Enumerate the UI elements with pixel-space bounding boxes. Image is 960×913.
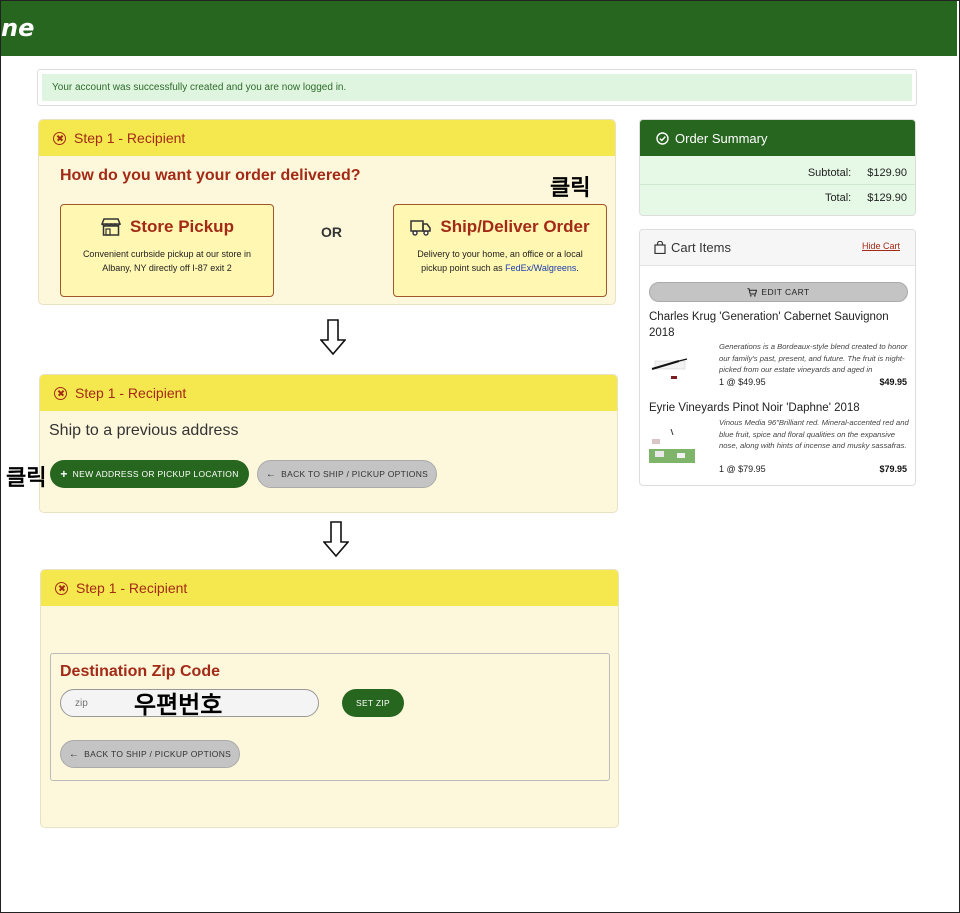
step1-address-panel: Step 1 - Recipient Ship to a previous ad… xyxy=(39,374,618,513)
cart-item-name[interactable]: Eyrie Vineyards Pinot Noir 'Daphne' 2018 xyxy=(649,400,911,416)
set-zip-label: SET ZIP xyxy=(355,698,391,708)
step1c-header[interactable]: Step 1 - Recipient xyxy=(41,570,618,606)
total-value: $129.90 xyxy=(867,192,907,204)
edit-cart-label: EDIT CART xyxy=(761,287,810,297)
store-pickup-desc-line1: Convenient curbside pickup at our store … xyxy=(82,249,252,259)
step1b-header[interactable]: Step 1 - Recipient xyxy=(40,375,617,411)
ship-desc-suffix: . xyxy=(576,263,579,273)
cart-item-qty: 1 @ $79.95 xyxy=(719,464,766,474)
circle-x-icon xyxy=(54,386,67,400)
alert-message: Your account was successfully created an… xyxy=(42,74,912,101)
truck-icon xyxy=(410,220,432,236)
down-arrow-icon xyxy=(323,521,349,557)
down-arrow-icon xyxy=(320,319,346,355)
cart-items-panel: Cart Items Hide Cart EDIT CART Charles K… xyxy=(639,229,916,486)
ship-previous-address-heading: Ship to a previous address xyxy=(49,422,239,439)
shopping-bag-icon xyxy=(654,241,666,254)
new-address-button[interactable]: + NEW ADDRESS OR PICKUP LOCATION xyxy=(50,460,249,488)
step1-header[interactable]: Step 1 - Recipient xyxy=(39,120,615,156)
circle-x-icon xyxy=(55,581,68,595)
step1-delivery-panel: Step 1 - Recipient How do you want your … xyxy=(38,119,616,305)
new-address-button-label: NEW ADDRESS OR PICKUP LOCATION xyxy=(72,469,239,479)
cart-item-price: $49.95 xyxy=(879,377,907,387)
summary-divider xyxy=(640,184,915,185)
subtotal-label: Subtotal: xyxy=(807,167,852,179)
arrow-left-icon: ← xyxy=(68,748,80,760)
hide-cart-link[interactable]: Hide Cart xyxy=(862,241,900,251)
success-alert: Your account was successfully created an… xyxy=(37,69,917,106)
subtotal-value: $129.90 xyxy=(867,167,907,179)
back-button-label-2: BACK TO SHIP / PICKUP OPTIONS xyxy=(84,749,232,759)
wine-thumbnail[interactable] xyxy=(649,352,695,388)
ship-deliver-option[interactable]: Ship/Deliver Order Delivery to your home… xyxy=(393,204,607,297)
cart-item-description: Vinous Media 96"Brilliant red. Mineral-a… xyxy=(719,418,909,451)
cart-item-description: Generations is a Bordeaux-style blend cr… xyxy=(719,342,908,375)
store-icon xyxy=(100,218,122,236)
wine-thumbnail[interactable] xyxy=(649,427,695,463)
delivery-question: How do you want your order delivered? xyxy=(60,167,361,184)
back-button-label: BACK TO SHIP / PICKUP OPTIONS xyxy=(281,469,429,479)
cart-icon xyxy=(747,287,758,297)
ship-deliver-title: Ship/Deliver Order xyxy=(440,217,590,236)
or-separator: OR xyxy=(321,224,342,240)
subtotal-row: Subtotal: $129.90 xyxy=(808,167,907,179)
order-summary: Order Summary Subtotal: $129.90 Total: $… xyxy=(639,119,916,216)
site-logo[interactable]: ne xyxy=(1,14,34,42)
step1c-header-label: Step 1 - Recipient xyxy=(76,580,188,596)
zip-code-title: Destination Zip Code xyxy=(60,663,220,680)
circle-x-icon xyxy=(53,131,66,145)
fedex-walgreens-link[interactable]: FedEx/Walgreens xyxy=(505,263,576,273)
cart-item-qty: 1 @ $49.95 xyxy=(719,377,766,387)
cart-items-title: Cart Items xyxy=(671,240,731,255)
ship-desc-line2: pickup point such as xyxy=(421,263,506,273)
ship-desc-line1: Delivery to your home, an office or a lo… xyxy=(417,249,583,259)
annotation-zip-code: 우편번호 xyxy=(134,691,223,719)
store-pickup-desc-line2: Albany, NY directly off I-87 exit 2 xyxy=(102,263,232,273)
store-pickup-title: Store Pickup xyxy=(130,217,234,236)
edit-cart-button[interactable]: EDIT CART xyxy=(649,282,908,302)
order-summary-title: Order Summary xyxy=(675,130,768,146)
plus-icon: + xyxy=(60,467,68,481)
annotation-click-ship: 클릭 xyxy=(550,176,591,201)
back-to-options-button-2[interactable]: ← BACK TO SHIP / PICKUP OPTIONS xyxy=(60,740,240,768)
back-to-options-button[interactable]: ← BACK TO SHIP / PICKUP OPTIONS xyxy=(257,460,437,488)
step1b-header-label: Step 1 - Recipient xyxy=(75,385,187,401)
check-circle-icon xyxy=(656,131,669,145)
cart-item-name[interactable]: Charles Krug 'Generation' Cabernet Sauvi… xyxy=(649,309,911,341)
arrow-left-icon: ← xyxy=(265,468,277,480)
step1-zip-panel: Step 1 - Recipient Destination Zip Code … xyxy=(40,569,619,828)
step1-header-label: Step 1 - Recipient xyxy=(74,130,186,146)
cart-item-price: $79.95 xyxy=(879,464,907,474)
annotation-click-new-address: 클릭 xyxy=(6,466,47,491)
order-summary-header: Order Summary xyxy=(640,120,915,156)
set-zip-button[interactable]: SET ZIP xyxy=(342,689,404,717)
total-row: Total: $129.90 xyxy=(825,192,907,204)
total-label: Total: xyxy=(824,192,852,204)
site-header: ne xyxy=(1,1,957,56)
store-pickup-option[interactable]: Store Pickup Convenient curbside pickup … xyxy=(60,204,274,297)
